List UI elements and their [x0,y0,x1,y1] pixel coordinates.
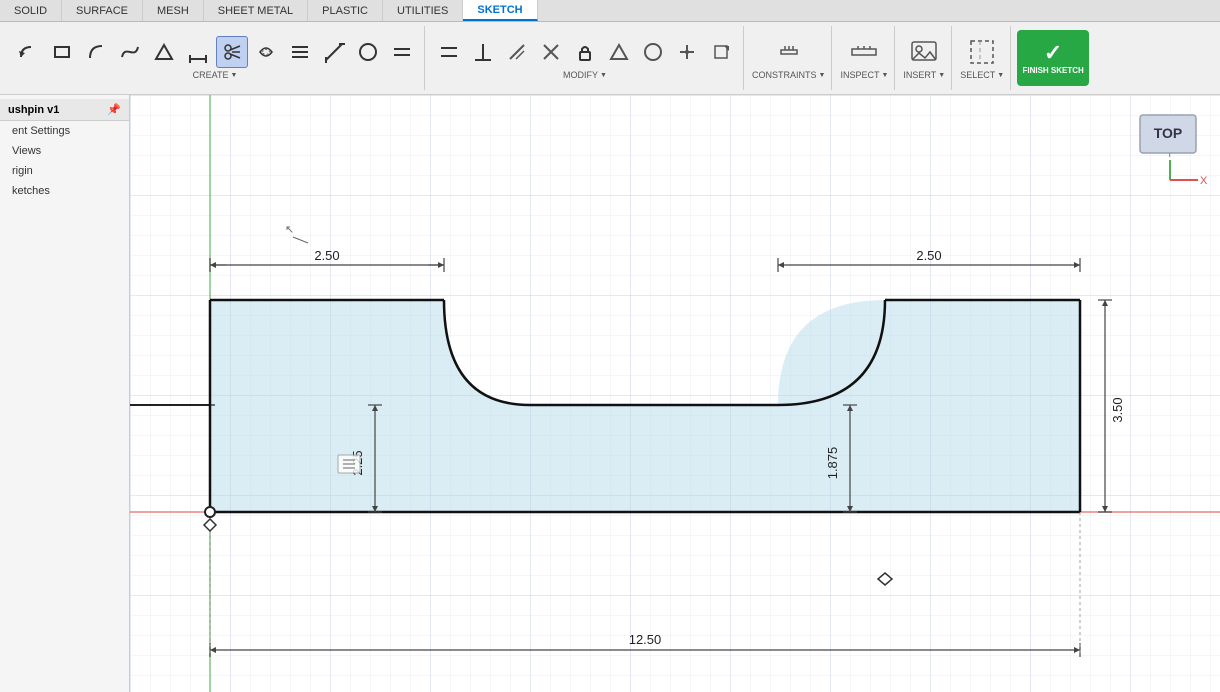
modify-label[interactable]: MODIFY▼ [563,70,607,80]
toolbar: SOLID SURFACE MESH SHEET METAL PLASTIC U… [0,0,1220,95]
constraints-group: CONSTRAINTS▼ [746,26,832,90]
select-tools [966,36,998,68]
point-tool[interactable] [671,36,703,68]
offset-tool[interactable] [250,36,282,68]
diagonal-line-tool[interactable] [501,36,533,68]
lock-tool[interactable] [569,36,601,68]
line-tool[interactable] [318,36,350,68]
tab-sheet-metal[interactable]: SHEET METAL [204,0,308,21]
tab-solid[interactable]: SOLID [0,0,62,21]
sidebar-item-views[interactable]: Views [0,141,129,161]
sidebar: ushpin v1 📌 ent Settings Views rigin ket… [0,95,130,692]
image-insert-tool[interactable] [908,36,940,68]
constraints-tools [773,36,805,68]
hatch-tool[interactable] [284,36,316,68]
select-tool[interactable] [966,36,998,68]
dim-top-left: 2.50 [314,248,339,263]
inspect-group: INSPECT▼ [834,26,895,90]
tab-surface[interactable]: SURFACE [62,0,143,21]
tool-bar: CREATE▼ [0,22,1220,94]
modify-tools [433,36,737,68]
circle-tool[interactable] [352,36,384,68]
insert-label[interactable]: INSERT▼ [903,70,945,80]
sidebar-item-settings[interactable]: ent Settings [0,121,129,141]
ruler-tool[interactable] [848,36,880,68]
canvas-area[interactable]: 2.50 2.50 2.25 1.875 [130,95,1220,692]
insert-tools [908,36,940,68]
equal-constraint-tool[interactable] [386,36,418,68]
sidebar-pin-icon[interactable]: 📌 [107,103,121,116]
main-area: ushpin v1 📌 ent Settings Views rigin ket… [0,95,1220,692]
polygon-tool[interactable] [148,36,180,68]
tab-utilities[interactable]: UTILITIES [383,0,463,21]
parallel-lines-tool[interactable] [433,36,465,68]
document-title: ushpin v1 [8,104,59,116]
cursor-indicator: ↖ [285,224,294,236]
svg-text:X: X [1200,175,1208,185]
triangle-constraint-tool[interactable] [603,36,635,68]
circle-constraint-tool[interactable] [637,36,669,68]
sidebar-item-origin[interactable]: rigin [0,161,129,181]
tab-bar: SOLID SURFACE MESH SHEET METAL PLASTIC U… [0,0,1220,22]
finish-sketch-label: FINISH SKETCH [1022,66,1083,76]
box-expand-tool[interactable] [705,36,737,68]
inspect-measure-tool[interactable] [773,36,805,68]
tab-mesh[interactable]: MESH [143,0,204,21]
view-cube[interactable]: X Y TOP [1130,105,1210,185]
tab-plastic[interactable]: PLASTIC [308,0,383,21]
inspect-tools [848,36,880,68]
dimension-tool[interactable] [182,36,214,68]
dim-top-right: 2.50 [916,248,941,263]
perpendicular-tool[interactable] [467,36,499,68]
undo-arc-tool[interactable] [12,36,44,68]
modify-group: MODIFY▼ [427,26,744,90]
sidebar-item-sketches[interactable]: ketches [0,181,129,201]
finish-sketch-icon: ✓ [1044,40,1062,66]
dim-bottom-horiz: 12.50 [629,632,662,647]
create-label[interactable]: CREATE▼ [193,70,238,80]
select-label[interactable]: SELECT▼ [960,70,1004,80]
finish-sketch-button[interactable]: ✓ FINISH SKETCH [1017,30,1089,86]
rectangle-tool[interactable] [46,36,78,68]
constraints-label[interactable]: CONSTRAINTS▼ [752,70,825,80]
dim-far-right-vert: 3.50 [1110,397,1125,422]
spline-tool[interactable] [114,36,146,68]
view-label: TOP [1154,125,1183,141]
insert-group: INSERT▼ [897,26,952,90]
inspect-label[interactable]: INSPECT▼ [840,70,888,80]
sidebar-header: ushpin v1 📌 [0,99,129,121]
create-group: CREATE▼ [6,26,425,90]
select-group: SELECT▼ [954,26,1011,90]
x-cross-tool[interactable] [535,36,567,68]
create-tools [12,36,418,68]
arc-tool[interactable] [80,36,112,68]
dim-right-vert: 1.875 [825,447,840,480]
sketch-canvas: 2.50 2.50 2.25 1.875 [130,95,1220,692]
cut-tool[interactable] [216,36,248,68]
tab-sketch[interactable]: SKETCH [463,0,537,21]
